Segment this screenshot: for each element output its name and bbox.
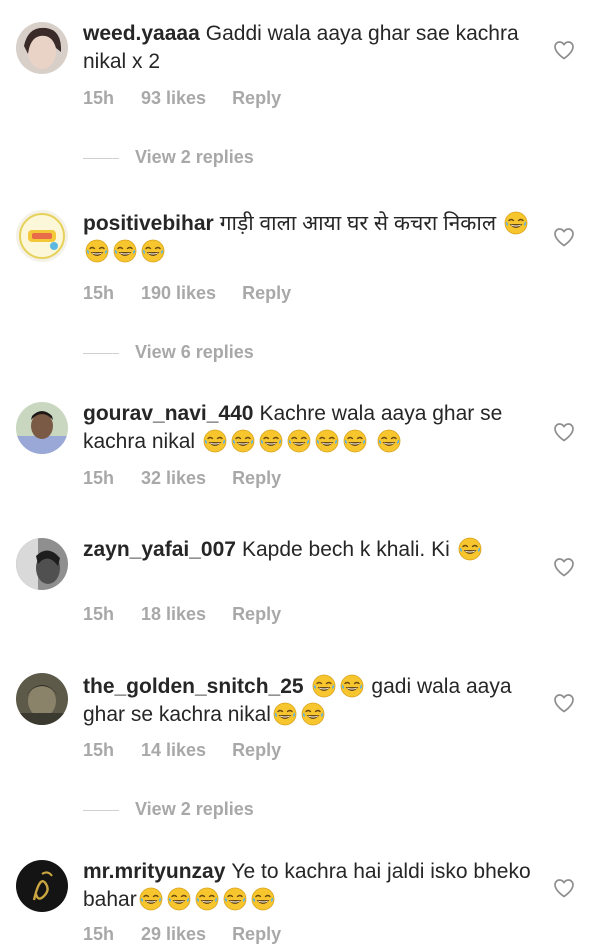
comment-username[interactable]: gourav_navi_440 bbox=[83, 402, 253, 425]
heart-icon[interactable] bbox=[552, 420, 576, 444]
laughing-emoji-icon bbox=[340, 674, 364, 698]
emoji-group bbox=[271, 703, 327, 726]
comment-username[interactable]: the_golden_snitch_25 bbox=[83, 675, 304, 698]
replies-divider bbox=[83, 353, 119, 354]
avatar[interactable] bbox=[16, 402, 68, 454]
laughing-emoji-icon bbox=[251, 887, 275, 911]
comment-meta: 15h 14 likes Reply bbox=[83, 740, 281, 761]
comment-time: 15h bbox=[83, 740, 115, 760]
comment-meta: 15h 18 likes Reply bbox=[83, 604, 281, 625]
laughing-emoji-icon bbox=[223, 887, 247, 911]
comment-likes[interactable]: 93 likes bbox=[141, 88, 206, 109]
reply-button[interactable]: Reply bbox=[232, 468, 281, 489]
reply-button[interactable]: Reply bbox=[242, 283, 291, 304]
laughing-emoji-icon bbox=[231, 429, 255, 453]
laughing-emoji-icon bbox=[141, 239, 165, 263]
laughing-emoji-icon bbox=[287, 429, 311, 453]
laughing-emoji-icon bbox=[273, 702, 297, 726]
laughing-emoji-icon bbox=[504, 211, 528, 235]
comment-text: गाड़ी वाला आया घर से कचरा निकाल bbox=[219, 212, 497, 235]
comment-text: Kapde bech k khali. Ki bbox=[241, 538, 450, 561]
replies-divider bbox=[83, 158, 119, 159]
comment-meta: 15h 190 likes Reply bbox=[83, 283, 291, 304]
avatar[interactable] bbox=[16, 22, 68, 74]
comment-body: positivebihar गाड़ी वाला आया घर से कचरा न… bbox=[83, 210, 533, 266]
comment-username[interactable]: zayn_yafai_007 bbox=[83, 538, 236, 561]
reply-button[interactable]: Reply bbox=[232, 604, 281, 625]
comment-time: 15h bbox=[83, 88, 115, 108]
emoji-group bbox=[201, 430, 403, 453]
comment-body: weed.yaaaa Gaddi wala aaya ghar sae kachr… bbox=[83, 20, 533, 76]
emoji-group bbox=[137, 888, 277, 911]
comment-username[interactable]: weed.yaaaa bbox=[83, 22, 200, 45]
laughing-emoji-icon bbox=[377, 429, 401, 453]
comment-meta: 15h 32 likes Reply bbox=[83, 468, 281, 489]
comment-body: mr.mrityunzay Ye to kachra hai jaldi isko… bbox=[83, 858, 533, 914]
comment-body: the_golden_snitch_25 gadi wala aaya ghar… bbox=[83, 673, 533, 729]
view-replies-label[interactable]: View 2 replies bbox=[135, 799, 254, 820]
comment-likes[interactable]: 14 likes bbox=[141, 740, 206, 761]
heart-icon[interactable] bbox=[552, 225, 576, 249]
comment-body: zayn_yafai_007 Kapde bech k khali. Ki bbox=[83, 536, 533, 564]
laughing-emoji-icon bbox=[203, 429, 227, 453]
comment-likes[interactable]: 18 likes bbox=[141, 604, 206, 625]
laughing-emoji-icon bbox=[301, 702, 325, 726]
comment-username[interactable]: positivebihar bbox=[83, 212, 214, 235]
comment-likes[interactable]: 190 likes bbox=[141, 283, 216, 304]
heart-icon[interactable] bbox=[552, 38, 576, 62]
comment-meta: 15h 93 likes Reply bbox=[83, 88, 281, 109]
avatar[interactable] bbox=[16, 210, 68, 262]
reply-button[interactable]: Reply bbox=[232, 740, 281, 761]
heart-icon[interactable] bbox=[552, 555, 576, 579]
comment-username[interactable]: mr.mrityunzay bbox=[83, 860, 225, 883]
laughing-emoji-icon bbox=[343, 429, 367, 453]
heart-icon[interactable] bbox=[552, 876, 576, 900]
comment-likes[interactable]: 32 likes bbox=[141, 468, 206, 489]
laughing-emoji-icon bbox=[458, 537, 482, 561]
avatar[interactable] bbox=[16, 673, 68, 725]
heart-icon[interactable] bbox=[552, 691, 576, 715]
laughing-emoji-icon bbox=[315, 429, 339, 453]
laughing-emoji-icon bbox=[195, 887, 219, 911]
laughing-emoji-icon bbox=[312, 674, 336, 698]
laughing-emoji-icon bbox=[113, 239, 137, 263]
reply-button[interactable]: Reply bbox=[232, 88, 281, 109]
view-replies-label[interactable]: View 2 replies bbox=[135, 147, 254, 168]
emoji-group bbox=[310, 675, 366, 698]
avatar[interactable] bbox=[16, 860, 68, 912]
avatar[interactable] bbox=[16, 538, 68, 590]
laughing-emoji-icon bbox=[85, 239, 109, 263]
emoji-group bbox=[456, 538, 484, 561]
comment-time: 15h bbox=[83, 283, 115, 303]
comment-time: 15h bbox=[83, 604, 115, 624]
comment-time: 15h bbox=[83, 468, 115, 488]
laughing-emoji-icon bbox=[167, 887, 191, 911]
view-replies-label[interactable]: View 6 replies bbox=[135, 342, 254, 363]
replies-divider bbox=[83, 810, 119, 811]
laughing-emoji-icon bbox=[139, 887, 163, 911]
comment-body: gourav_navi_440 Kachre wala aaya ghar se … bbox=[83, 400, 533, 456]
laughing-emoji-icon bbox=[259, 429, 283, 453]
